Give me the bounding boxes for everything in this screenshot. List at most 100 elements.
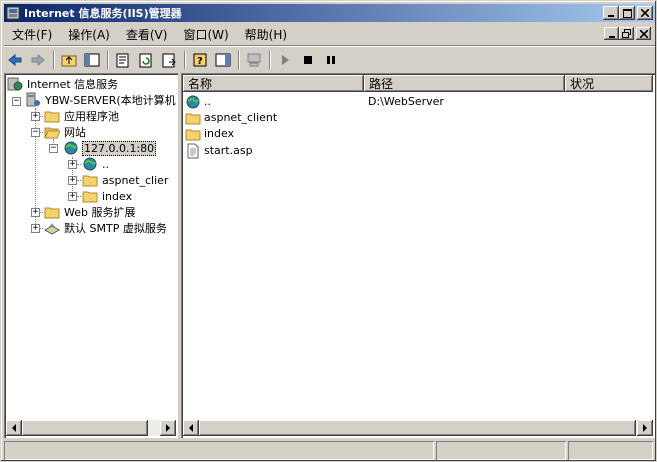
forward-button[interactable] [27,49,49,71]
scroll-thumb[interactable] [199,420,636,436]
tree-horizontal-scrollbar[interactable] [6,420,176,436]
tree-label-web-ext: Web 服务扩展 [64,206,136,219]
show-hide-console-tree-button[interactable] [81,49,103,71]
websites-expander[interactable]: − [31,128,40,137]
refresh-button[interactable] [135,49,157,71]
scroll-left-button[interactable] [183,420,199,436]
close-button[interactable] [637,6,653,20]
list-row[interactable]: aspnet_client [185,109,364,126]
folder-up-icon [61,55,77,66]
properties-button[interactable] [112,49,134,71]
list-row[interactable]: index [185,125,364,142]
tree-node-app-pools[interactable]: 应用程序池 [44,108,120,124]
column-header-status[interactable]: 状况 [565,75,653,92]
console-tree-icon [84,53,100,66]
details-list[interactable]: 名称 路径 状况 .. D:\WebServer aspnet_client i… [181,73,655,438]
console-tree[interactable]: Internet 信息服务 − YBW-SERVER(本地计算机 + 应用程序池… [4,73,178,438]
tree-node-websites[interactable]: 网站 [44,124,87,140]
stop-button[interactable] [297,49,319,71]
export-list-icon [162,53,176,67]
tree-node-aspnet-client[interactable]: aspnet_clier [82,172,169,188]
folder-icon [82,191,98,203]
scroll-left-button[interactable] [6,420,22,436]
iis-manager-window: Internet 信息服务(IIS)管理器 文件(F) 操作(A) 查看(V) … [0,0,657,462]
tree-label-server: YBW-SERVER(本地计算机 [45,94,176,107]
tree-label-site: 127.0.0.1:80 [82,140,157,156]
status-cell-middle [436,441,566,460]
tree-node-root[interactable]: Internet 信息服务 [7,76,119,92]
status-bar [4,441,655,460]
tree-label-index: index [102,189,133,203]
arrow-right-icon [166,424,170,432]
tree-node-index[interactable]: index [82,188,133,204]
tree-label-websites: 网站 [64,126,86,139]
toolbar-separator [184,50,186,69]
menu-file[interactable]: 文件(F) [4,26,60,43]
arrow-left-icon [12,424,16,432]
tree-node-web-ext[interactable]: Web 服务扩展 [44,204,136,220]
smtp-expander[interactable]: + [31,224,40,233]
folder-icon [82,175,98,187]
arrow-right-icon [643,424,647,432]
folder-open-icon [44,127,60,139]
tree-node-server[interactable]: YBW-SERVER(本地计算机 [25,92,177,108]
start-button[interactable] [274,49,296,71]
maximize-button[interactable] [619,6,635,20]
tree-label-parent-dir: .. [102,157,109,171]
action-pane-icon [215,53,231,66]
site-expander[interactable]: − [49,144,58,153]
help-button[interactable]: ? [189,49,211,71]
export-list-button[interactable] [158,49,180,71]
pause-button[interactable] [320,49,342,71]
child-restore-button[interactable] [619,27,634,40]
list-item-name: start.asp [204,144,253,157]
list-horizontal-scrollbar[interactable] [183,420,653,436]
scroll-right-button[interactable] [160,420,176,436]
tree-label-app-pools: 应用程序池 [64,110,119,123]
computer-button[interactable] [243,49,265,71]
stop-icon [304,55,312,64]
child-expander-index[interactable]: + [68,192,77,201]
child-expander-aspnet[interactable]: + [68,176,77,185]
back-arrow-icon [8,53,22,66]
menu-help[interactable]: 帮助(H) [237,26,295,43]
minimize-button[interactable] [603,6,619,20]
svg-text:?: ? [197,56,203,67]
list-row[interactable]: .. D:\WebServer [185,93,444,110]
server-expander[interactable]: − [12,97,21,106]
back-button[interactable] [4,49,26,71]
scroll-thumb[interactable] [22,420,148,436]
list-row[interactable]: start.asp [185,142,364,159]
tree-node-parent-dir[interactable]: .. [82,156,110,172]
smtp-server-icon [44,223,60,235]
toolbar: ? [4,46,655,72]
tree-node-smtp[interactable]: 默认 SMTP 虚拟服务 [44,220,168,236]
window-title: Internet 信息服务(IIS)管理器 [24,7,182,20]
child-expander-parent[interactable]: + [68,160,77,169]
app-pools-expander[interactable]: + [31,112,40,121]
computer-icon [247,53,261,66]
toolbar-separator [269,50,271,69]
folder-icon [185,129,201,140]
folder-icon [44,207,60,219]
title-bar[interactable]: Internet 信息服务(IIS)管理器 [4,4,655,22]
globe-icon [64,141,78,155]
up-one-level-button[interactable] [58,49,80,71]
web-ext-expander[interactable]: + [31,208,40,217]
child-close-button[interactable] [636,27,651,40]
scroll-right-button[interactable] [637,420,653,436]
child-minimize-button[interactable] [604,27,619,40]
column-header-name[interactable]: 名称 [183,75,364,92]
list-item-name: index [204,127,235,140]
show-hide-action-pane-button[interactable] [212,49,234,71]
menu-window[interactable]: 窗口(W) [175,26,236,43]
globe-icon [83,157,97,171]
menu-view[interactable]: 查看(V) [118,26,176,43]
folder-icon [44,111,60,123]
column-header-path[interactable]: 路径 [364,75,565,92]
tree-label-root: Internet 信息服务 [27,78,119,91]
tree-node-site[interactable]: 127.0.0.1:80 [63,140,157,156]
toolbar-separator [107,50,109,69]
menu-action[interactable]: 操作(A) [60,26,118,43]
menu-bar: 文件(F) 操作(A) 查看(V) 窗口(W) 帮助(H) [4,24,655,44]
